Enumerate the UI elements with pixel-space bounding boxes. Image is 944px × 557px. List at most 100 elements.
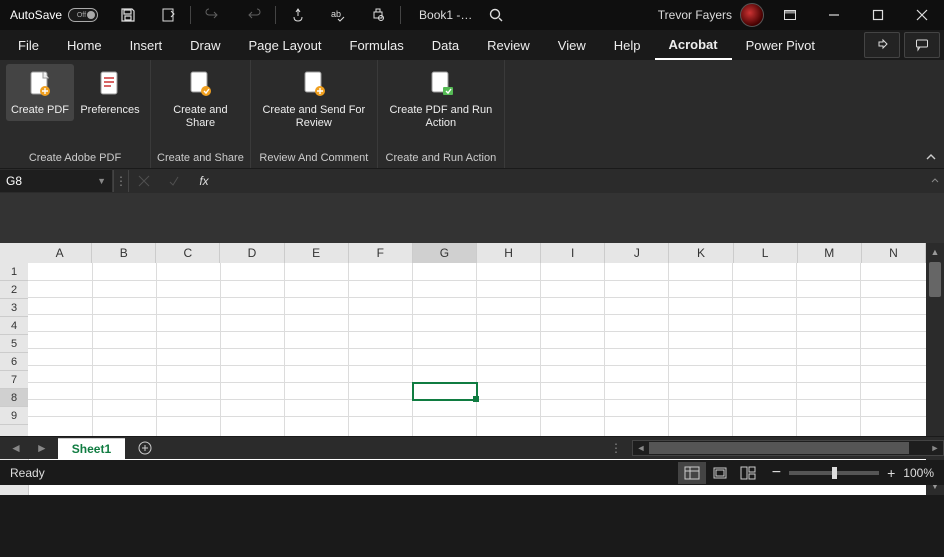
active-cell[interactable]: [412, 382, 478, 401]
col-header-b[interactable]: B: [92, 243, 156, 263]
insert-function-button[interactable]: fx: [189, 169, 219, 193]
tab-power-pivot[interactable]: Power Pivot: [732, 30, 829, 60]
print-preview-button[interactable]: [358, 0, 398, 30]
tab-acrobat[interactable]: Acrobat: [655, 30, 732, 60]
save-button[interactable]: [108, 0, 148, 30]
zoom-slider[interactable]: [789, 471, 879, 475]
vscroll-thumb[interactable]: [929, 262, 941, 297]
col-header-h[interactable]: H: [477, 243, 541, 263]
col-header-f[interactable]: F: [349, 243, 413, 263]
preferences-button[interactable]: Preferences: [76, 64, 144, 121]
col-header-j[interactable]: J: [605, 243, 669, 263]
cancel-formula-button[interactable]: [129, 169, 159, 193]
col-header-e[interactable]: E: [285, 243, 349, 263]
row-header-8[interactable]: 8: [0, 389, 28, 407]
select-all-corner[interactable]: [0, 243, 29, 264]
col-header-g[interactable]: G: [413, 243, 477, 263]
status-bar: Ready − + 100%: [0, 460, 944, 485]
sheet-nav: ◄ ►: [0, 441, 58, 455]
comments-button[interactable]: [904, 32, 940, 58]
group-create-run-action: Create PDF and Run Action Create and Run…: [378, 60, 505, 168]
window-controls: [768, 0, 944, 30]
row-header-5[interactable]: 5: [0, 335, 28, 353]
expand-formula-bar-button[interactable]: [926, 176, 944, 186]
quick-print-button[interactable]: [148, 0, 188, 30]
tab-help[interactable]: Help: [600, 30, 655, 60]
row-header-9[interactable]: 9: [0, 407, 28, 425]
group-label: Review And Comment: [259, 148, 368, 168]
pdf-review-icon: [298, 68, 330, 100]
row-header-6[interactable]: 6: [0, 353, 28, 371]
tab-insert[interactable]: Insert: [116, 30, 177, 60]
share-button[interactable]: [864, 32, 900, 58]
pdf-icon: [24, 68, 56, 100]
zoom-thumb[interactable]: [832, 467, 837, 479]
touch-mode-button[interactable]: [278, 0, 318, 30]
document-title: Book1 -…: [419, 8, 472, 22]
sheet-tab-active[interactable]: Sheet1: [58, 438, 125, 459]
row-header-4[interactable]: 4: [0, 317, 28, 335]
row-header-1[interactable]: 1: [0, 263, 28, 281]
group-create-and-share: Create and Share Create and Share: [151, 60, 251, 168]
page-break-view-button[interactable]: [734, 462, 762, 484]
tab-page-layout[interactable]: Page Layout: [235, 30, 336, 60]
col-header-d[interactable]: D: [220, 243, 284, 263]
column-headers: A B C D E F G H I J K L M N: [28, 243, 926, 264]
title-bar: AutoSave Off ab Book1 -…: [0, 0, 944, 30]
minimize-button[interactable]: [812, 0, 856, 30]
search-icon[interactable]: [488, 7, 504, 23]
cells-canvas[interactable]: [28, 263, 926, 437]
tab-view[interactable]: View: [544, 30, 600, 60]
pdf-action-icon: [425, 68, 457, 100]
create-and-share-button[interactable]: Create and Share: [158, 64, 242, 134]
pdf-share-icon: [184, 68, 216, 100]
row-header-3[interactable]: 3: [0, 299, 28, 317]
add-sheet-button[interactable]: [133, 437, 157, 459]
col-header-m[interactable]: M: [798, 243, 862, 263]
formula-input[interactable]: [219, 169, 926, 193]
autosave-toggle[interactable]: Off: [68, 8, 98, 22]
tab-home[interactable]: Home: [53, 30, 116, 60]
tab-draw[interactable]: Draw: [176, 30, 234, 60]
normal-view-button[interactable]: [678, 462, 706, 484]
fill-handle[interactable]: [473, 396, 479, 402]
view-buttons: [678, 462, 762, 484]
enter-formula-button[interactable]: [159, 169, 189, 193]
create-send-review-button[interactable]: Create and Send For Review: [257, 64, 371, 134]
close-button[interactable]: [900, 0, 944, 30]
spelling-button[interactable]: ab: [318, 0, 358, 30]
horizontal-scrollbar[interactable]: ◄ ►: [632, 440, 944, 456]
hscroll-left-icon[interactable]: ◄: [633, 443, 649, 453]
col-header-a[interactable]: A: [28, 243, 92, 263]
horizontal-scroll-area: ⋮ ◄ ►: [610, 437, 944, 459]
tab-review[interactable]: Review: [473, 30, 544, 60]
user-account[interactable]: Trevor Fayers: [658, 3, 768, 27]
col-header-k[interactable]: K: [669, 243, 733, 263]
scroll-up-icon[interactable]: ▲: [926, 243, 944, 261]
sheet-nav-prev[interactable]: ◄: [10, 441, 22, 455]
col-header-n[interactable]: N: [862, 243, 926, 263]
page-layout-view-button[interactable]: [706, 462, 734, 484]
ribbon-display-options-button[interactable]: [768, 0, 812, 30]
redo-button[interactable]: [233, 0, 273, 30]
row-header-2[interactable]: 2: [0, 281, 28, 299]
row-header-7[interactable]: 7: [0, 371, 28, 389]
collapse-ribbon-button[interactable]: [924, 150, 938, 164]
sheet-nav-next[interactable]: ►: [36, 441, 48, 455]
sheet-split-handle[interactable]: ⋮: [610, 441, 624, 455]
tab-formulas[interactable]: Formulas: [336, 30, 418, 60]
col-header-c[interactable]: C: [156, 243, 220, 263]
create-pdf-button[interactable]: Create PDF: [6, 64, 74, 121]
undo-button[interactable]: [193, 0, 233, 30]
tab-file[interactable]: File: [4, 30, 53, 60]
hscroll-right-icon[interactable]: ►: [927, 443, 943, 453]
name-box[interactable]: G8 ▼: [0, 170, 113, 192]
create-pdf-run-action-button[interactable]: Create PDF and Run Action: [384, 64, 498, 134]
col-header-l[interactable]: L: [734, 243, 798, 263]
col-header-i[interactable]: I: [541, 243, 605, 263]
hscroll-thumb[interactable]: [649, 442, 909, 454]
tab-data[interactable]: Data: [418, 30, 473, 60]
name-box-more[interactable]: ⋮: [114, 169, 128, 193]
maximize-button[interactable]: [856, 0, 900, 30]
zoom-level[interactable]: 100%: [903, 466, 934, 480]
